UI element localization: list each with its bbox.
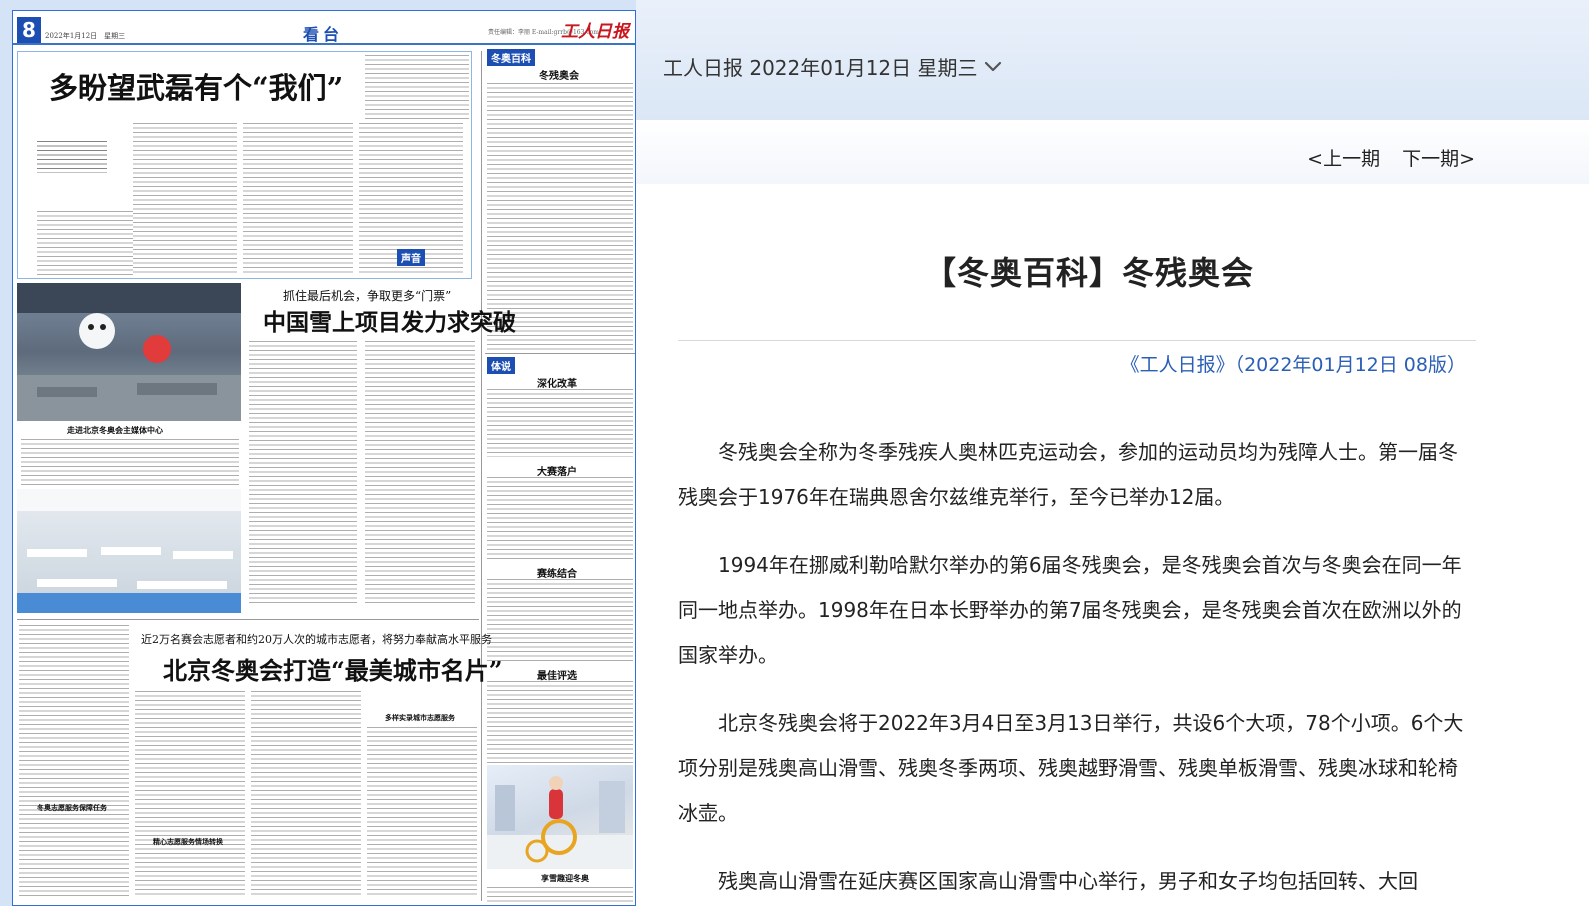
subhead-dongji: 冬奥志愿服务保障任务 xyxy=(37,803,107,812)
subhead-shendu: 深化改革 xyxy=(537,379,577,390)
skiing-photo[interactable] xyxy=(487,765,633,869)
newspaper-section-title: 看台 xyxy=(303,25,344,44)
xueshang-text-col-1 xyxy=(249,341,357,603)
subhead-duozhong: 多样实录城市志愿服务 xyxy=(385,713,455,722)
newspaper-kicker-3: 近2万名赛会志愿者和约20万人次的城市志愿者，将努力奉献高水平服务 xyxy=(141,633,492,646)
subhead-saijie: 赛练结合 xyxy=(537,569,577,580)
column-tag-tishuo: 体说 xyxy=(487,357,515,374)
xueshang-text-col-2 xyxy=(365,341,475,603)
volunteer-text-col-1 xyxy=(19,625,129,897)
newspaper-headline-3[interactable]: 北京冬奥会打造“最美城市名片” xyxy=(163,651,503,686)
article-body: 冬残奥会全称为冬季残疾人奥林匹克运动会，参加的运动员均为残障人士。第一届冬残奥会… xyxy=(678,430,1468,906)
page-number-badge: 8 xyxy=(17,17,41,43)
newspaper-page[interactable]: 8 2022年1月12日 星期三 看台 责任编辑：李丽 E-mail:grrb@… xyxy=(12,10,636,906)
article-paragraph: 残奥高山滑雪在延庆赛区国家高山滑雪中心举行，男子和女子均包括回转、大回 xyxy=(718,869,1418,893)
subhead-jingxin: 精心志愿服务情场转换 xyxy=(153,837,223,846)
column-divider xyxy=(481,51,482,901)
column-tag-shengyin: 声音 xyxy=(397,249,425,266)
column-tag-baike: 冬奥百科 xyxy=(487,49,535,66)
chevron-down-icon[interactable] xyxy=(984,58,1002,76)
newspaper-headline-2[interactable]: 中国雪上项目发力求突破 xyxy=(263,303,516,337)
section-rule xyxy=(17,619,479,620)
story-text-col-5 xyxy=(365,55,469,121)
shendu-text xyxy=(487,389,633,457)
issue-date-label: 工人日报 2022年01月12日 星期三 xyxy=(663,56,978,80)
dasai-text xyxy=(487,477,633,561)
newspaper-date: 2022年1月12日 星期三 xyxy=(45,32,126,40)
saijie-text xyxy=(487,579,633,663)
article-paragraph: 北京冬残奥会将于2022年3月4日至3月13日举行，共设6个大项，78个小项。6… xyxy=(678,711,1464,825)
story-text-col-3 xyxy=(243,123,353,275)
article-title: 【冬奥百科】冬残奥会 xyxy=(923,254,1254,292)
subhead-zuijia: 最佳评选 xyxy=(537,671,577,682)
article-paragraph: 1994年在挪威利勒哈默尔举办的第6届冬残奥会，是冬残奥会首次与冬奥会在同一年同… xyxy=(678,553,1462,667)
issue-date-selector[interactable]: 工人日报 2022年01月12日 星期三 xyxy=(663,52,1002,81)
story-intro-text xyxy=(37,141,107,173)
next-issue-link[interactable]: 下一期> xyxy=(1402,144,1475,171)
previous-issue-link[interactable]: <上一期 xyxy=(1307,144,1380,171)
volunteer-text-col-2 xyxy=(135,691,245,897)
caption-bottom-text xyxy=(487,887,633,905)
newspaper-headline-1[interactable]: 多盼望武磊有个“我们” xyxy=(49,65,343,107)
subhead-dasai: 大赛落户 xyxy=(537,467,577,478)
photo-caption-bottom: 享雪趣迎冬奥 xyxy=(541,873,589,883)
newspaper-logo: 工人日报 xyxy=(561,22,629,42)
article-divider xyxy=(678,340,1476,341)
story-text-col-2 xyxy=(133,123,237,275)
photo-caption-text xyxy=(21,439,239,487)
media-center-photo-2[interactable] xyxy=(17,489,241,613)
volunteer-text-col-4 xyxy=(367,727,477,897)
media-center-photo-1[interactable] xyxy=(17,283,241,421)
story-text-col-1 xyxy=(37,211,133,275)
newspaper-kicker-2: 抓住最后机会，争取更多“门票” xyxy=(283,289,452,303)
volunteer-text-col-3 xyxy=(251,691,361,897)
photo-caption-media-center: 走进北京冬奥会主媒体中心 xyxy=(67,425,163,435)
subhead-dongcan: 冬残奥会 xyxy=(539,71,579,82)
zuijia-text xyxy=(487,681,633,763)
issue-navigation: <上一期 下一期> xyxy=(1307,144,1475,171)
article-paragraph: 冬残奥会全称为冬季残疾人奥林匹克运动会，参加的运动员均为残障人士。第一届冬残奥会… xyxy=(678,440,1458,509)
column-rule-1 xyxy=(485,353,635,354)
newspaper-masthead: 8 2022年1月12日 星期三 看台 责任编辑：李丽 E-mail:grrb@… xyxy=(13,11,635,45)
article-source: 《工人日报》（2022年01月12日 08版） xyxy=(1120,354,1466,376)
